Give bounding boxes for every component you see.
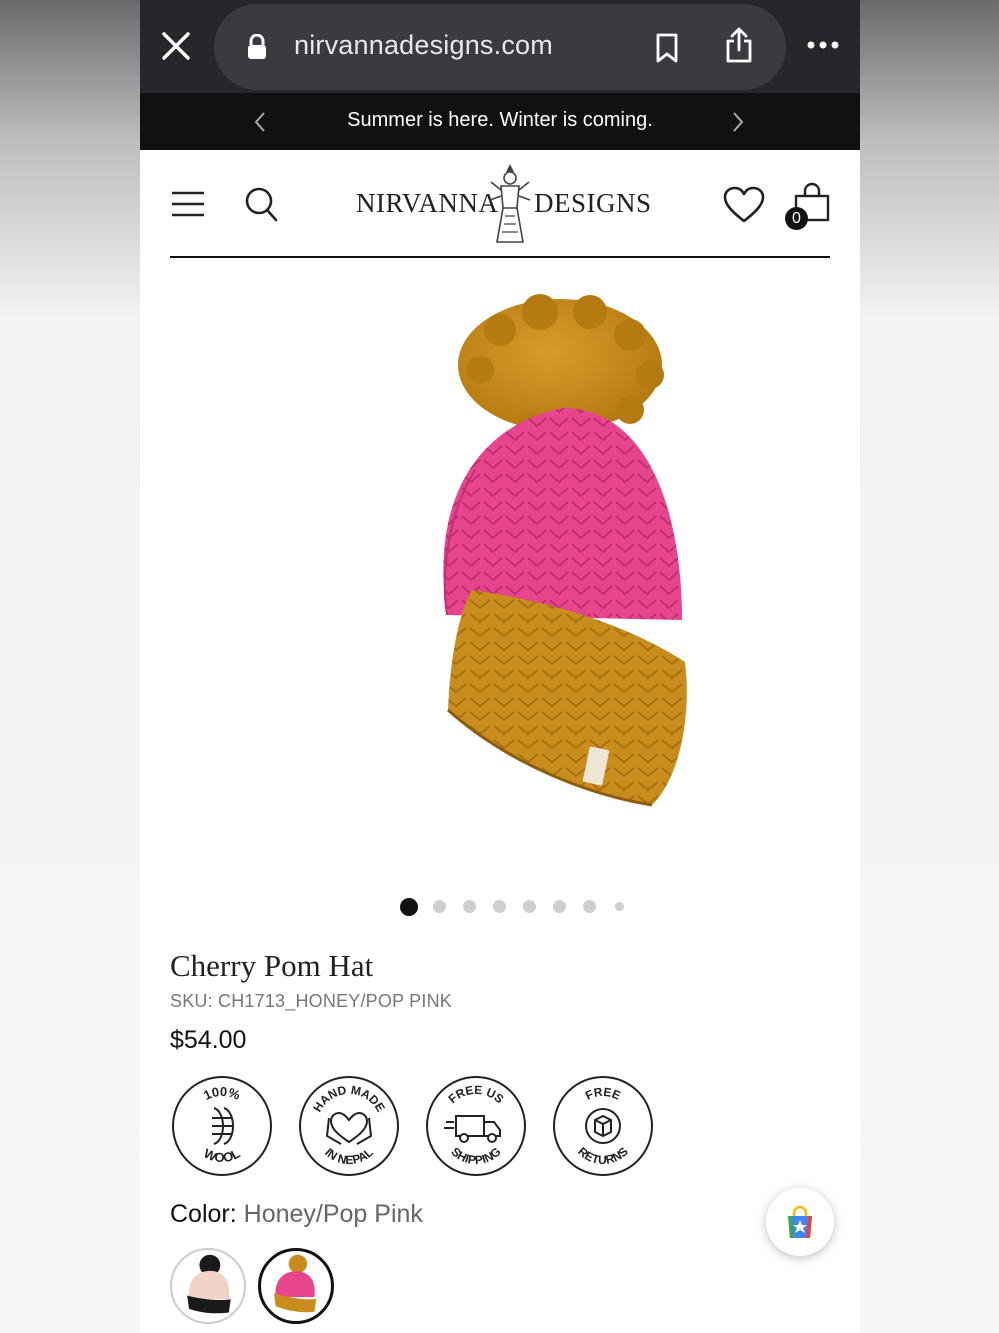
svg-text:SHIPPING: SHIPPING: [448, 1144, 503, 1167]
badge-handmade-top: HAND MADE: [310, 1083, 388, 1114]
product-sku: SKU: CH1713_HONEY/POP PINK: [170, 991, 452, 1011]
delivery-truck-icon: FREE US SHIPPING: [444, 1083, 506, 1167]
color-selector-label: Color: Honey/Pop Pink: [170, 1200, 423, 1229]
hamburger-menu-icon[interactable]: [172, 190, 204, 218]
wishlist-heart-icon[interactable]: [723, 186, 765, 224]
badge-handmade-bottom: IN NEPAL: [322, 1145, 376, 1167]
carousel-dot[interactable]: [493, 900, 506, 913]
svg-text:100%: 100%: [201, 1084, 243, 1103]
badge-wool: 100% WOOL: [172, 1076, 272, 1176]
product-image[interactable]: [300, 290, 700, 830]
badge-wool-top: 100%: [201, 1084, 243, 1103]
carousel-dot[interactable]: [583, 900, 596, 913]
carousel-dot[interactable]: [615, 902, 624, 911]
product-title: Cherry Pom Hat: [170, 948, 374, 983]
search-icon[interactable]: [244, 186, 278, 222]
feature-badges: 100% WOOL HAND MADE IN NEPAL FREE US SHI…: [170, 1076, 660, 1180]
badge-returns-bottom: RETURNS: [575, 1144, 631, 1167]
color-value: Honey/Pop Pink: [243, 1200, 423, 1228]
badge-returns-top: FREE: [583, 1085, 622, 1103]
swatch-hat-thumbnail: [273, 1254, 317, 1313]
carousel-dot[interactable]: [400, 898, 418, 916]
bookmark-icon[interactable]: [654, 32, 680, 64]
site-header: NIRVANNA DESIGNS 0: [140, 150, 860, 260]
url-text: nirvannadesigns.com: [294, 30, 553, 60]
color-swatch-blush-black[interactable]: [170, 1248, 246, 1324]
color-swatch-honey-pink[interactable]: [258, 1248, 334, 1324]
badge-free-shipping: FREE US SHIPPING: [426, 1076, 526, 1176]
color-label: Color:: [170, 1200, 237, 1228]
logo-text-left: NIRVANNA: [356, 188, 499, 218]
product-price: $54.00: [170, 1026, 247, 1054]
lock-icon: [248, 34, 266, 59]
badge-free-returns: FREE RETURNS: [553, 1076, 653, 1176]
carousel-dot[interactable]: [463, 900, 476, 913]
carousel-dot[interactable]: [433, 900, 446, 913]
address-bar[interactable]: nirvannadesigns.com: [214, 4, 786, 90]
announcement-bar: Summer is here. Winter is coming.: [140, 93, 860, 150]
carousel-dot[interactable]: [553, 900, 566, 913]
badge-wool-bottom: WOOL: [202, 1145, 243, 1165]
svg-text:IN NEPAL: IN NEPAL: [322, 1145, 376, 1167]
shopping-bag-star-icon: [788, 1205, 812, 1238]
hands-heart-icon: HAND MADE IN NEPAL: [310, 1083, 388, 1167]
more-icon[interactable]: [806, 38, 840, 52]
shop-app-button[interactable]: [766, 1188, 834, 1256]
svg-text:FREE US: FREE US: [445, 1083, 506, 1106]
wool-skein-icon: 100% WOOL: [201, 1084, 243, 1165]
badge-shipping-top: FREE US: [445, 1083, 506, 1106]
announcement-text: Summer is here. Winter is coming.: [347, 109, 653, 131]
carousel-dot[interactable]: [523, 900, 536, 913]
badge-shipping-bottom: SHIPPING: [448, 1144, 503, 1167]
header-divider: [170, 256, 830, 258]
return-box-icon: FREE RETURNS: [575, 1085, 631, 1167]
chevron-right-icon[interactable]: [730, 110, 746, 134]
swatch-hat-thumbnail: [187, 1254, 231, 1314]
browser-toolbar: nirvannadesigns.com: [140, 0, 860, 93]
svg-text:HAND MADE: HAND MADE: [310, 1083, 388, 1114]
deity-figure-icon: [489, 164, 531, 243]
image-carousel-dots: [400, 898, 640, 918]
share-icon[interactable]: [724, 26, 754, 64]
logo-text-right: DESIGNS: [534, 188, 652, 218]
close-icon[interactable]: [160, 30, 192, 62]
site-logo[interactable]: NIRVANNA DESIGNS: [356, 162, 651, 248]
phone-viewport: nirvannadesigns.com Summer is here. Wint…: [140, 0, 860, 1333]
badge-handmade: HAND MADE IN NEPAL: [299, 1076, 399, 1176]
svg-text:RETURNS: RETURNS: [575, 1144, 631, 1167]
svg-text:FREE: FREE: [583, 1085, 622, 1103]
cart-count-badge: 0: [785, 207, 808, 230]
svg-text:WOOL: WOOL: [202, 1145, 243, 1165]
